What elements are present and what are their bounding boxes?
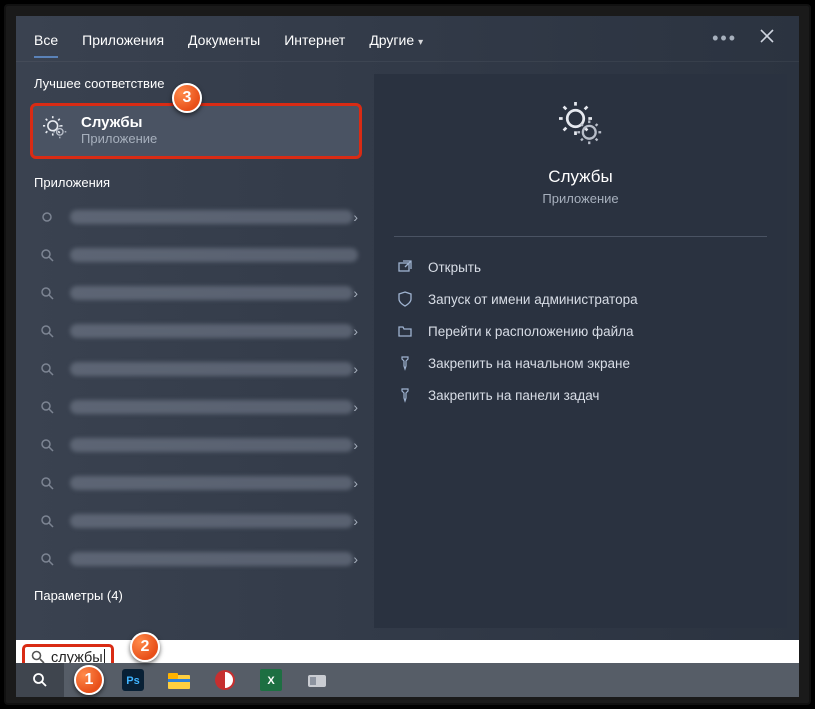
- search-icon: [38, 514, 56, 528]
- close-icon[interactable]: [759, 28, 775, 49]
- app-icon: [38, 210, 56, 224]
- section-settings: Параметры (4): [16, 578, 374, 611]
- preview-title: Службы: [548, 167, 612, 187]
- callout-badge-2: 2: [130, 632, 160, 662]
- action-label: Закрепить на начальном экране: [428, 356, 630, 371]
- services-icon: [559, 102, 603, 151]
- search-icon: [38, 552, 56, 566]
- best-match-title: Службы: [81, 114, 157, 131]
- search-panel: Все Приложения Документы Интернет Другие…: [16, 16, 799, 640]
- tab-other-label: Другие: [369, 32, 414, 48]
- search-icon: [38, 476, 56, 490]
- chevron-right-icon: ›: [353, 437, 358, 453]
- best-match-result[interactable]: Службы Приложение: [30, 103, 362, 159]
- chevron-right-icon: ›: [353, 209, 358, 225]
- more-options-icon[interactable]: •••: [712, 28, 737, 49]
- chevron-right-icon: ›: [353, 399, 358, 415]
- filter-tabs: Все Приложения Документы Интернет Другие…: [16, 16, 799, 62]
- search-icon: [38, 400, 56, 414]
- taskbar-app-photoshop[interactable]: Ps: [110, 663, 156, 697]
- action-open[interactable]: Открыть: [374, 251, 787, 283]
- action-run-as-admin[interactable]: Запуск от имени администратора: [374, 283, 787, 315]
- result-item[interactable]: ›: [16, 426, 374, 464]
- chevron-right-icon: ›: [353, 323, 358, 339]
- action-pin-to-start[interactable]: Закрепить на начальном экране: [374, 347, 787, 379]
- tab-apps[interactable]: Приложения: [70, 20, 176, 58]
- result-item[interactable]: ›: [16, 388, 374, 426]
- taskbar: Ps X: [16, 663, 799, 697]
- result-label-blurred: [70, 248, 358, 262]
- result-item[interactable]: [16, 236, 374, 274]
- divider: [394, 236, 767, 237]
- preview-subtitle: Приложение: [542, 191, 618, 206]
- taskbar-app-generic[interactable]: [294, 663, 340, 697]
- action-open-file-location[interactable]: Перейти к расположению файла: [374, 315, 787, 347]
- chevron-right-icon: ›: [353, 475, 358, 491]
- callout-badge-3: 3: [172, 83, 202, 113]
- action-label: Закрепить на панели задач: [428, 388, 599, 403]
- result-label-blurred: [70, 362, 353, 376]
- search-icon: [38, 438, 56, 452]
- taskbar-search-button[interactable]: [16, 663, 64, 697]
- pin-icon: [396, 387, 414, 403]
- result-label-blurred: [70, 286, 353, 300]
- svg-text:Ps: Ps: [126, 675, 139, 687]
- action-label: Перейти к расположению файла: [428, 324, 634, 339]
- chevron-right-icon: ›: [353, 551, 358, 567]
- tab-other[interactable]: Другие ▾: [357, 20, 435, 58]
- pin-icon: [396, 355, 414, 371]
- result-item[interactable]: ›: [16, 350, 374, 388]
- result-item[interactable]: ›: [16, 274, 374, 312]
- action-label: Открыть: [428, 260, 481, 275]
- open-icon: [396, 259, 414, 275]
- tab-documents[interactable]: Документы: [176, 20, 272, 58]
- services-icon: [43, 115, 69, 146]
- svg-text:X: X: [267, 675, 275, 687]
- section-apps: Приложения: [16, 165, 374, 198]
- result-label-blurred: [70, 438, 353, 452]
- preview-panel: Службы Приложение Открыть Запуск от имен…: [374, 74, 787, 628]
- search-icon: [38, 362, 56, 376]
- folder-icon: [396, 323, 414, 339]
- action-pin-to-taskbar[interactable]: Закрепить на панели задач: [374, 379, 787, 411]
- result-label-blurred: [70, 552, 353, 566]
- result-label-blurred: [70, 324, 353, 338]
- search-icon: [38, 286, 56, 300]
- results-column: Лучшее соответствие: [16, 62, 374, 640]
- search-icon: [38, 248, 56, 262]
- tab-all[interactable]: Все: [22, 20, 70, 58]
- result-item[interactable]: ›: [16, 312, 374, 350]
- callout-badge-1: 1: [74, 665, 104, 695]
- best-match-subtitle: Приложение: [81, 131, 157, 146]
- taskbar-app-excel[interactable]: X: [248, 663, 294, 697]
- result-label-blurred: [70, 476, 353, 490]
- result-label-blurred: [70, 514, 353, 528]
- tab-internet[interactable]: Интернет: [272, 20, 357, 58]
- result-item[interactable]: ›: [16, 198, 374, 236]
- chevron-right-icon: ›: [353, 361, 358, 377]
- search-icon: [38, 324, 56, 338]
- search-icon: [31, 650, 45, 664]
- taskbar-app-explorer[interactable]: [156, 663, 202, 697]
- result-label-blurred: [70, 210, 353, 224]
- action-label: Запуск от имени администратора: [428, 292, 638, 307]
- chevron-down-icon: ▾: [418, 37, 423, 48]
- shield-icon: [396, 291, 414, 307]
- result-item[interactable]: ›: [16, 464, 374, 502]
- result-label-blurred: [70, 400, 353, 414]
- result-item[interactable]: ›: [16, 502, 374, 540]
- chevron-right-icon: ›: [353, 513, 358, 529]
- result-item[interactable]: ›: [16, 540, 374, 578]
- chevron-right-icon: ›: [353, 285, 358, 301]
- taskbar-app-generic[interactable]: [202, 663, 248, 697]
